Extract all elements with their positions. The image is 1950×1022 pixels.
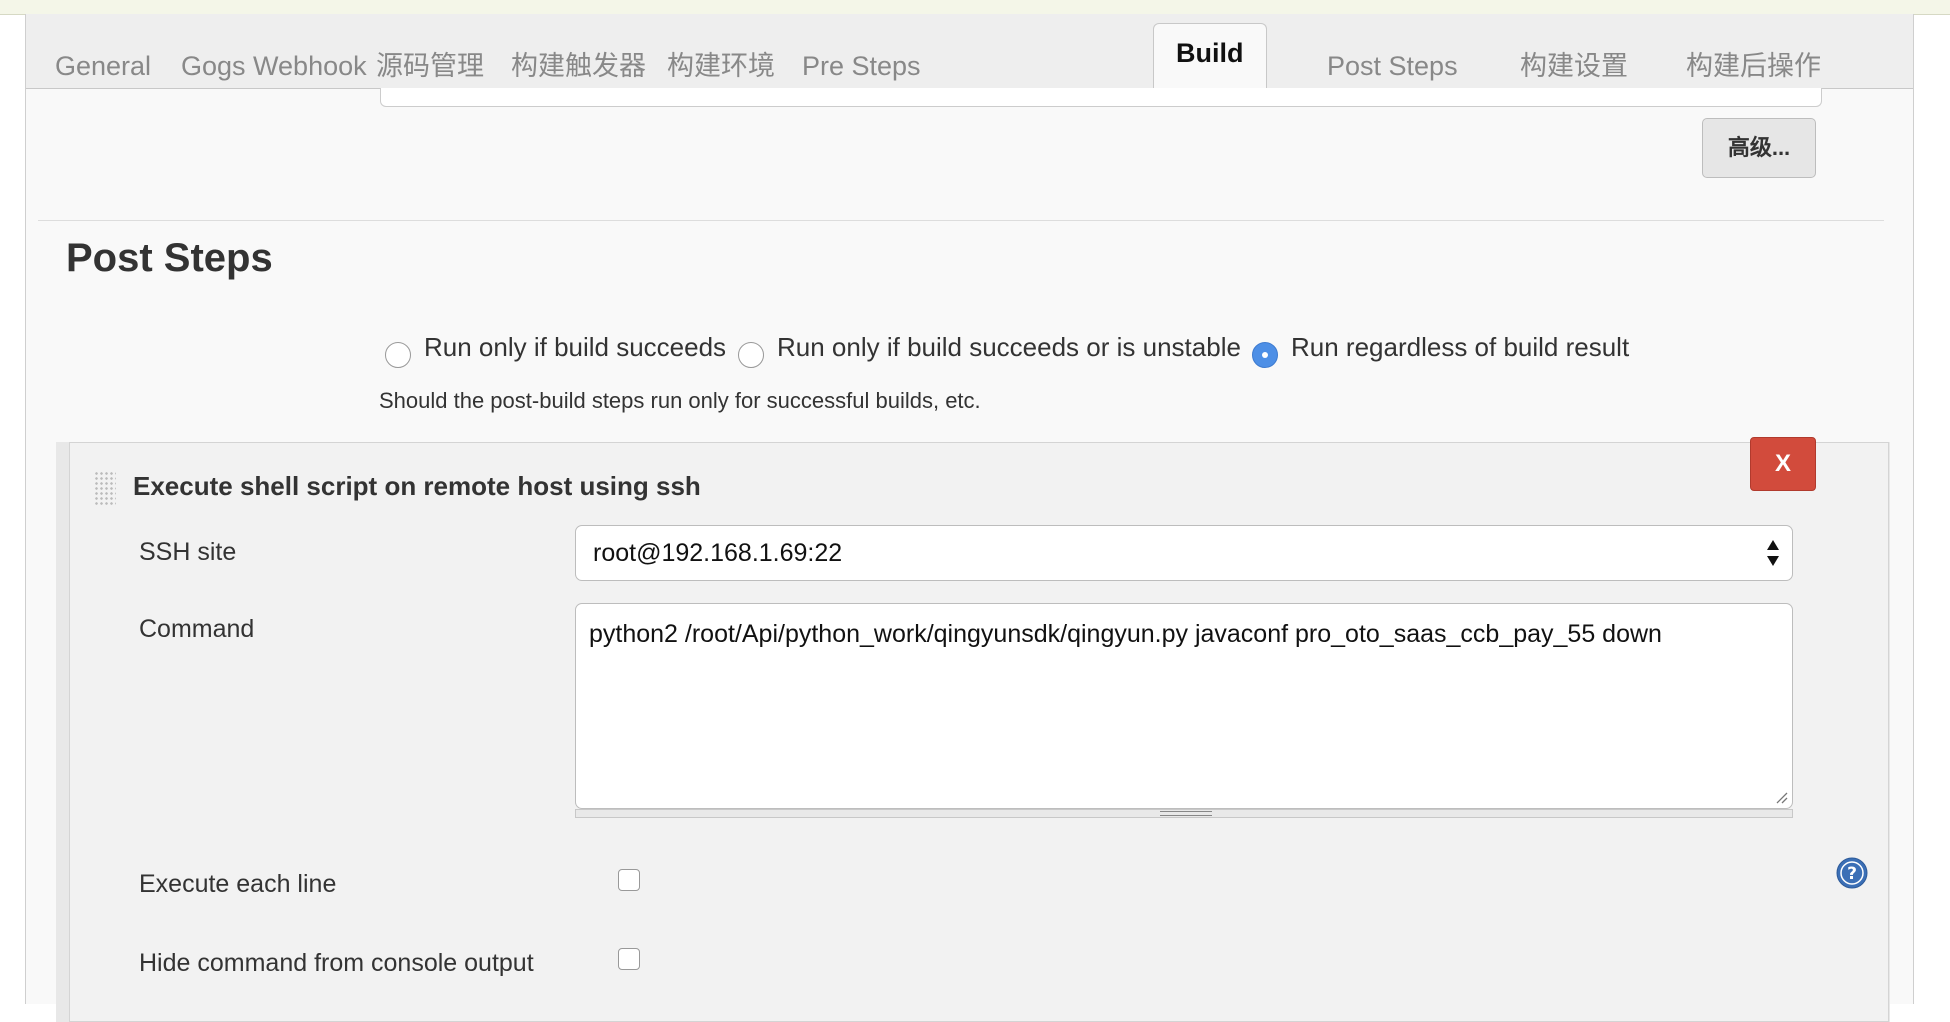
- advanced-button[interactable]: 高级...: [1702, 118, 1816, 178]
- select-arrows-icon: [1767, 540, 1779, 566]
- radio-run-if-succeeds[interactable]: [385, 342, 411, 368]
- tab-bar: General Gogs Webhook 源码管理 构建触发器 构建环境 Pre…: [26, 14, 1913, 89]
- tab-general[interactable]: General: [33, 38, 173, 88]
- section-title: Post Steps: [66, 236, 273, 280]
- radio-run-if-succeeds-or-unstable[interactable]: [738, 342, 764, 368]
- tab-build-settings[interactable]: 构建设置: [1498, 38, 1650, 88]
- execute-each-line-label: Execute each line: [139, 870, 337, 898]
- radio-run-regardless[interactable]: [1252, 342, 1278, 368]
- execute-each-line-checkbox[interactable]: [618, 869, 640, 891]
- hide-command-checkbox[interactable]: [618, 948, 640, 970]
- command-text: python2 /root/Api/python_work/qingyunsdk…: [589, 620, 1662, 648]
- config-page: General Gogs Webhook 源码管理 构建触发器 构建环境 Pre…: [25, 14, 1914, 1022]
- command-label: Command: [139, 615, 255, 643]
- delete-step-button[interactable]: X: [1750, 437, 1816, 491]
- resize-corner-icon[interactable]: [1774, 790, 1788, 804]
- tab-build[interactable]: Build: [1153, 23, 1267, 89]
- hide-command-label: Hide command from console output: [139, 949, 534, 977]
- tab-build-environment[interactable]: 构建环境: [645, 38, 797, 88]
- help-icon[interactable]: ?: [1836, 857, 1868, 889]
- tab-source-control[interactable]: 源码管理: [354, 38, 506, 88]
- post-steps-help-text: Should the post-build steps run only for…: [379, 388, 981, 413]
- resize-grip-icon: [1160, 811, 1212, 816]
- previous-field-edge: [380, 88, 1822, 107]
- drag-handle-icon[interactable]: [94, 471, 116, 507]
- tab-post-build-actions[interactable]: 构建后操作: [1664, 38, 1843, 88]
- ssh-site-select[interactable]: root@192.168.1.69:22: [575, 525, 1793, 581]
- ssh-site-value: root@192.168.1.69:22: [593, 539, 843, 567]
- ssh-site-label: SSH site: [139, 538, 237, 566]
- build-step-container: Execute shell script on remote host usin…: [56, 437, 1890, 1022]
- top-strip: [0, 0, 1950, 15]
- tab-pre-steps[interactable]: Pre Steps: [780, 38, 943, 88]
- radio-label-run-if-succeeds: Run only if build succeeds: [424, 332, 727, 362]
- radio-label-run-if-succeeds-or-unstable: Run only if build succeeds or is unstabl…: [777, 332, 1241, 362]
- textarea-resize-bar[interactable]: [575, 809, 1793, 818]
- svg-text:?: ?: [1847, 864, 1857, 884]
- tab-post-steps[interactable]: Post Steps: [1305, 38, 1480, 88]
- command-textarea[interactable]: python2 /root/Api/python_work/qingyunsdk…: [575, 603, 1793, 809]
- section-divider: [38, 220, 1884, 221]
- tab-build-triggers[interactable]: 构建触发器: [489, 38, 668, 88]
- ssh-build-step: Execute shell script on remote host usin…: [69, 437, 1889, 1022]
- radio-label-run-regardless: Run regardless of build result: [1291, 332, 1630, 362]
- step-title: Execute shell script on remote host usin…: [133, 471, 701, 501]
